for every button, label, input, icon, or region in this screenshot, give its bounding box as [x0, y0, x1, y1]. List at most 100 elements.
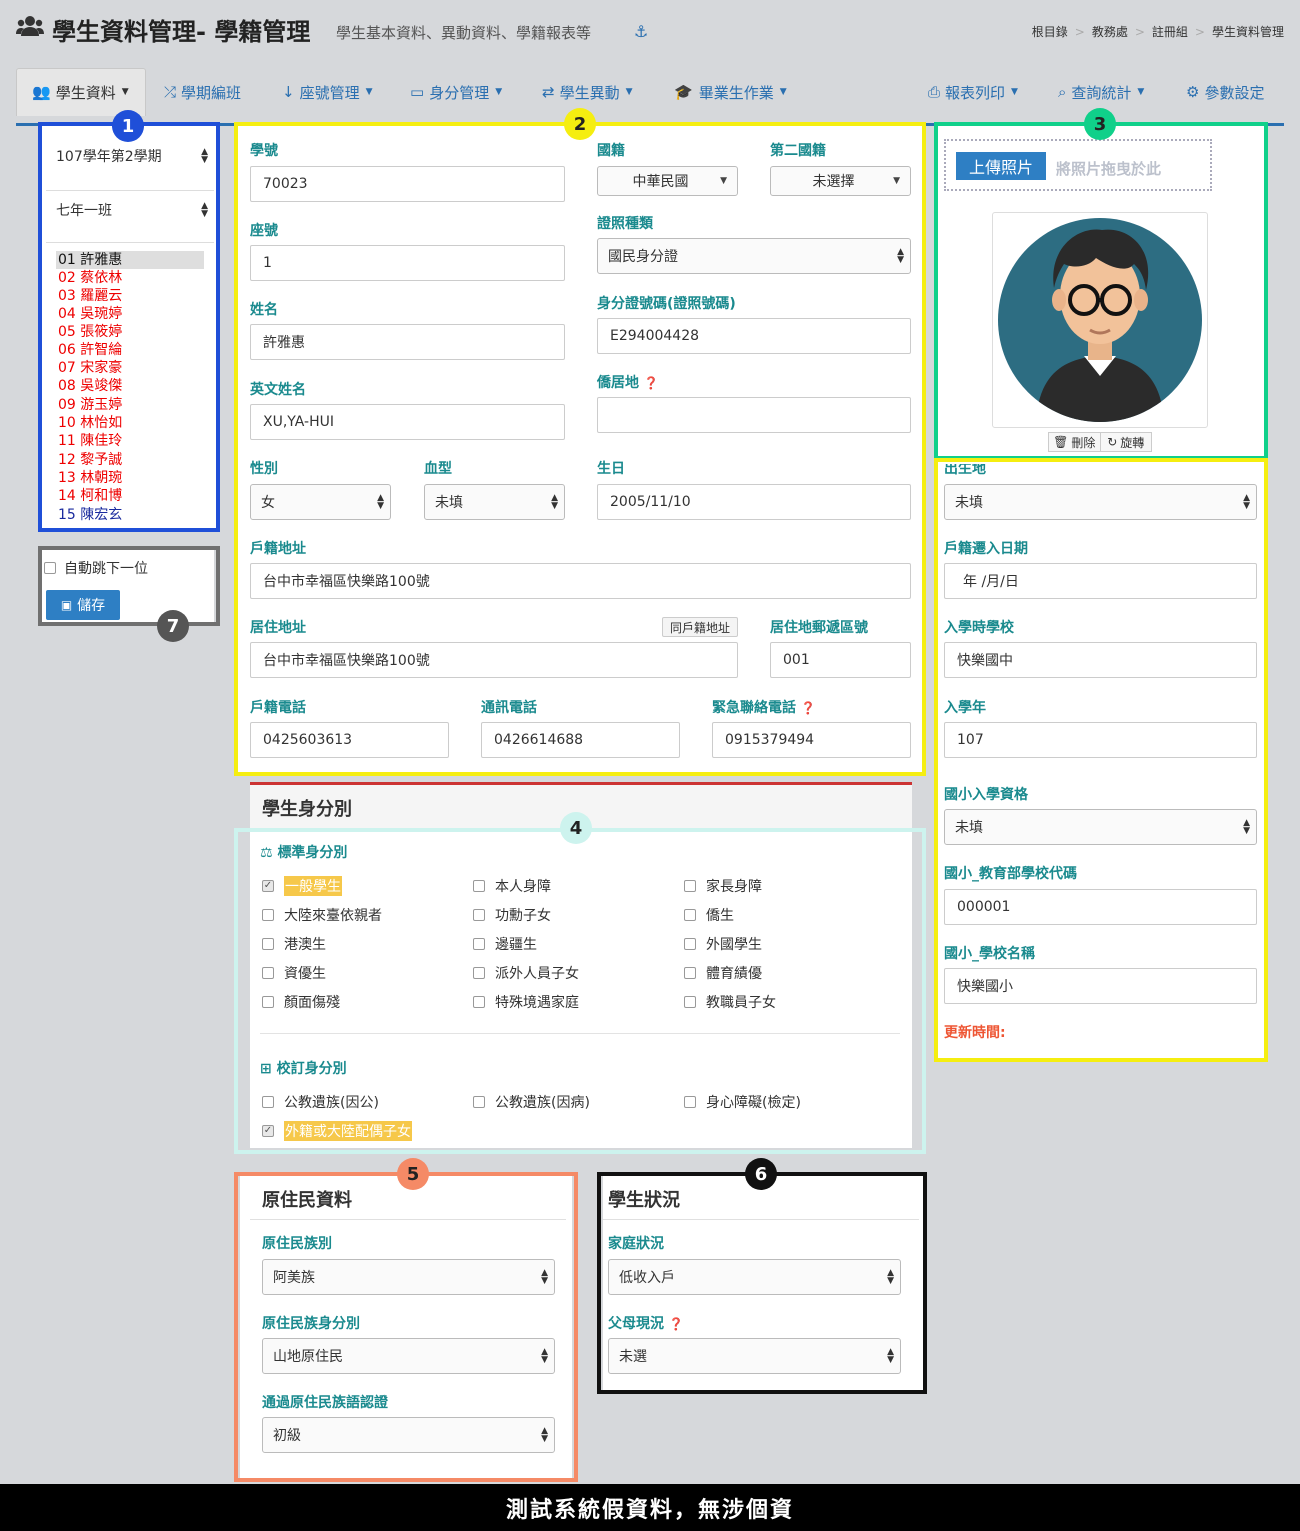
identity-checkbox[interactable]: 家長身障	[684, 876, 762, 896]
help-icon[interactable]: ❓	[644, 376, 659, 390]
elem-name-input[interactable]: 快樂國小	[944, 968, 1257, 1004]
sitemap-icon: ⊞	[260, 1061, 272, 1077]
student-item[interactable]: 07 宋家豪	[58, 359, 122, 377]
identity-checkbox[interactable]: 本人身障	[473, 876, 551, 896]
phone-input[interactable]: 0426614688	[481, 722, 680, 758]
nav-query[interactable]: ⌕ 查詢統計 ▼	[1058, 72, 1144, 112]
breadcrumb-registry[interactable]: 註冊組	[1152, 25, 1188, 39]
identity-checkbox[interactable]: 教職員子女	[684, 992, 776, 1012]
student-item[interactable]: 08 吳竣傑	[58, 377, 122, 395]
reg-addr-input[interactable]: 台中市幸福區快樂路100號	[250, 563, 911, 599]
birthday-label: 生日	[597, 461, 625, 477]
upload-photo-button[interactable]: 上傳照片	[956, 152, 1046, 180]
save-label: 儲存	[77, 598, 106, 614]
identity-checkbox[interactable]: 公教遺族(因病)	[473, 1092, 590, 1112]
identity-checkbox[interactable]: ✓ 一般學生	[262, 876, 342, 896]
nav-identity[interactable]: ▭ 身分管理 ▼	[410, 72, 502, 112]
help-icon[interactable]: ❓	[669, 1317, 684, 1331]
lang-cert-select[interactable]: 初級 ▲ ▼	[262, 1417, 555, 1453]
student-no: 04	[58, 306, 76, 322]
emergency-input[interactable]: 0915379494	[712, 722, 911, 758]
identity-checkbox[interactable]: ✓ 外籍或大陸配偶子女	[262, 1121, 412, 1141]
nav-settings[interactable]: ⚙ 參數設定	[1186, 72, 1264, 112]
student-id-input[interactable]: 70023	[250, 166, 565, 202]
parents-select[interactable]: 未選 ▲ ▼	[608, 1338, 901, 1374]
birthplace-select[interactable]: 未填 ▲ ▼	[944, 484, 1257, 520]
identity-checkbox[interactable]: 顏面傷殘	[262, 992, 340, 1012]
identity-checkbox[interactable]: 外國學生	[684, 934, 762, 954]
tribe-select[interactable]: 阿美族 ▲ ▼	[262, 1259, 555, 1295]
nav-seat[interactable]: ↓ 座號管理 ▼	[282, 72, 373, 112]
zip-input[interactable]: 001	[770, 642, 911, 678]
school-value: 快樂國中	[957, 653, 1013, 669]
identity-checkbox[interactable]: 資優生	[262, 963, 326, 983]
blood-select[interactable]: 未填 ▲ ▼	[424, 484, 565, 520]
sort-icon: ↓	[282, 83, 295, 101]
rotate-icon: ↻	[1107, 435, 1118, 449]
anchor-icon[interactable]: ⚓	[634, 22, 648, 41]
elem-code-input[interactable]: 000001	[944, 889, 1257, 925]
overseas-input[interactable]	[597, 397, 911, 433]
seat-input[interactable]: 1	[250, 245, 565, 281]
en-name-input[interactable]: XU,YA-HUI	[250, 404, 565, 440]
reg-phone-input[interactable]: 0425603613	[250, 722, 449, 758]
nav-transfer[interactable]: ⇄ 學生異動 ▼	[542, 72, 633, 112]
year-input[interactable]: 107	[944, 722, 1257, 758]
identity-checkbox[interactable]: 體育績優	[684, 963, 762, 983]
student-item[interactable]: 13 林朝琬	[58, 469, 122, 487]
identity-checkbox[interactable]: 特殊境遇家庭	[473, 992, 579, 1012]
identity-checkbox[interactable]: 身心障礙(檢定)	[684, 1092, 801, 1112]
help-icon[interactable]: ❓	[801, 701, 816, 715]
auto-next-checkbox[interactable]: 自動跳下一位	[44, 558, 148, 578]
identity-checkbox[interactable]: 公教遺族(因公)	[262, 1092, 379, 1112]
student-item[interactable]: 12 黎予誠	[58, 451, 122, 469]
nav-class-assign[interactable]: ⤮ 學期編班	[164, 72, 241, 112]
save-button[interactable]: ▣ 儲存	[46, 590, 120, 620]
student-item[interactable]: 06 許智綸	[58, 341, 122, 359]
breadcrumb-root[interactable]: 根目錄	[1032, 25, 1068, 39]
gender-select[interactable]: 女 ▲ ▼	[250, 484, 391, 520]
student-item[interactable]: 11 陳佳玲	[58, 432, 122, 450]
live-addr-input[interactable]: 台中市幸福區快樂路100號	[250, 642, 738, 678]
student-item[interactable]: 05 張筱婷	[58, 323, 122, 341]
term-value: 107學年第2學期	[56, 149, 162, 165]
class-select[interactable]: 七年一班 ▲ ▼	[46, 194, 214, 226]
identity-checkbox[interactable]: 大陸來臺依親者	[262, 905, 382, 925]
student-item[interactable]: 10 林怡如	[58, 414, 122, 432]
aboriginal-type-select[interactable]: 山地原住民 ▲ ▼	[262, 1338, 555, 1374]
name-input[interactable]: 許雅惠	[250, 324, 565, 360]
school-input[interactable]: 快樂國中	[944, 642, 1257, 678]
elem-qual-select[interactable]: 未填 ▲ ▼	[944, 809, 1257, 845]
same-address-button[interactable]: 同戶籍地址	[662, 617, 738, 637]
family-select[interactable]: 低收入戶 ▲ ▼	[608, 1259, 901, 1295]
overseas-label-text: 僑居地	[597, 375, 639, 391]
identity-checkbox[interactable]: 邊疆生	[473, 934, 537, 954]
nav-report[interactable]: ⎙ 報表列印 ▼	[928, 72, 1018, 112]
checkbox-box	[44, 562, 56, 574]
identity-checkbox[interactable]: 僑生	[684, 905, 734, 925]
student-item[interactable]: 15 陳宏玄	[58, 506, 122, 524]
breadcrumb-academic[interactable]: 教務處	[1092, 25, 1128, 39]
birthday-input[interactable]: 2005/11/10	[597, 484, 911, 520]
identity-checkbox[interactable]: 派外人員子女	[473, 963, 579, 983]
nav-graduate[interactable]: 🎓 畢業生作業 ▼	[674, 72, 787, 112]
id-no-input[interactable]: E294004428	[597, 318, 911, 354]
student-item[interactable]: 02 蔡依林	[58, 269, 122, 287]
student-item[interactable]: 03 羅麗云	[58, 287, 122, 305]
delete-photo-button[interactable]: 🗑 刪除	[1049, 433, 1101, 451]
student-item[interactable]: 04 吳琬婷	[58, 305, 122, 323]
identity-checkbox[interactable]: 港澳生	[262, 934, 326, 954]
student-item[interactable]: 01 許雅惠	[58, 251, 122, 269]
student-item[interactable]: 14 柯和博	[58, 487, 122, 505]
nationality-select[interactable]: 中華民國 ▼	[597, 166, 738, 196]
rotate-photo-button[interactable]: ↻ 旋轉	[1101, 433, 1152, 451]
search-icon: ⌕	[1058, 83, 1067, 101]
identity-checkbox[interactable]: 功勳子女	[473, 905, 551, 925]
student-item[interactable]: 09 游玉婷	[58, 396, 122, 414]
term-select[interactable]: 107學年第2學期 ▲ ▼	[46, 140, 214, 172]
id-type-select[interactable]: 國民身分證 ▲ ▼	[597, 238, 911, 274]
nav-student-data[interactable]: 👥 學生資料 ▼	[32, 72, 129, 112]
move-in-input[interactable]: 年 /月/日	[944, 563, 1257, 599]
student-name: 游玉婷	[80, 397, 123, 413]
nationality2-select[interactable]: 未選擇 ▼	[770, 166, 911, 196]
